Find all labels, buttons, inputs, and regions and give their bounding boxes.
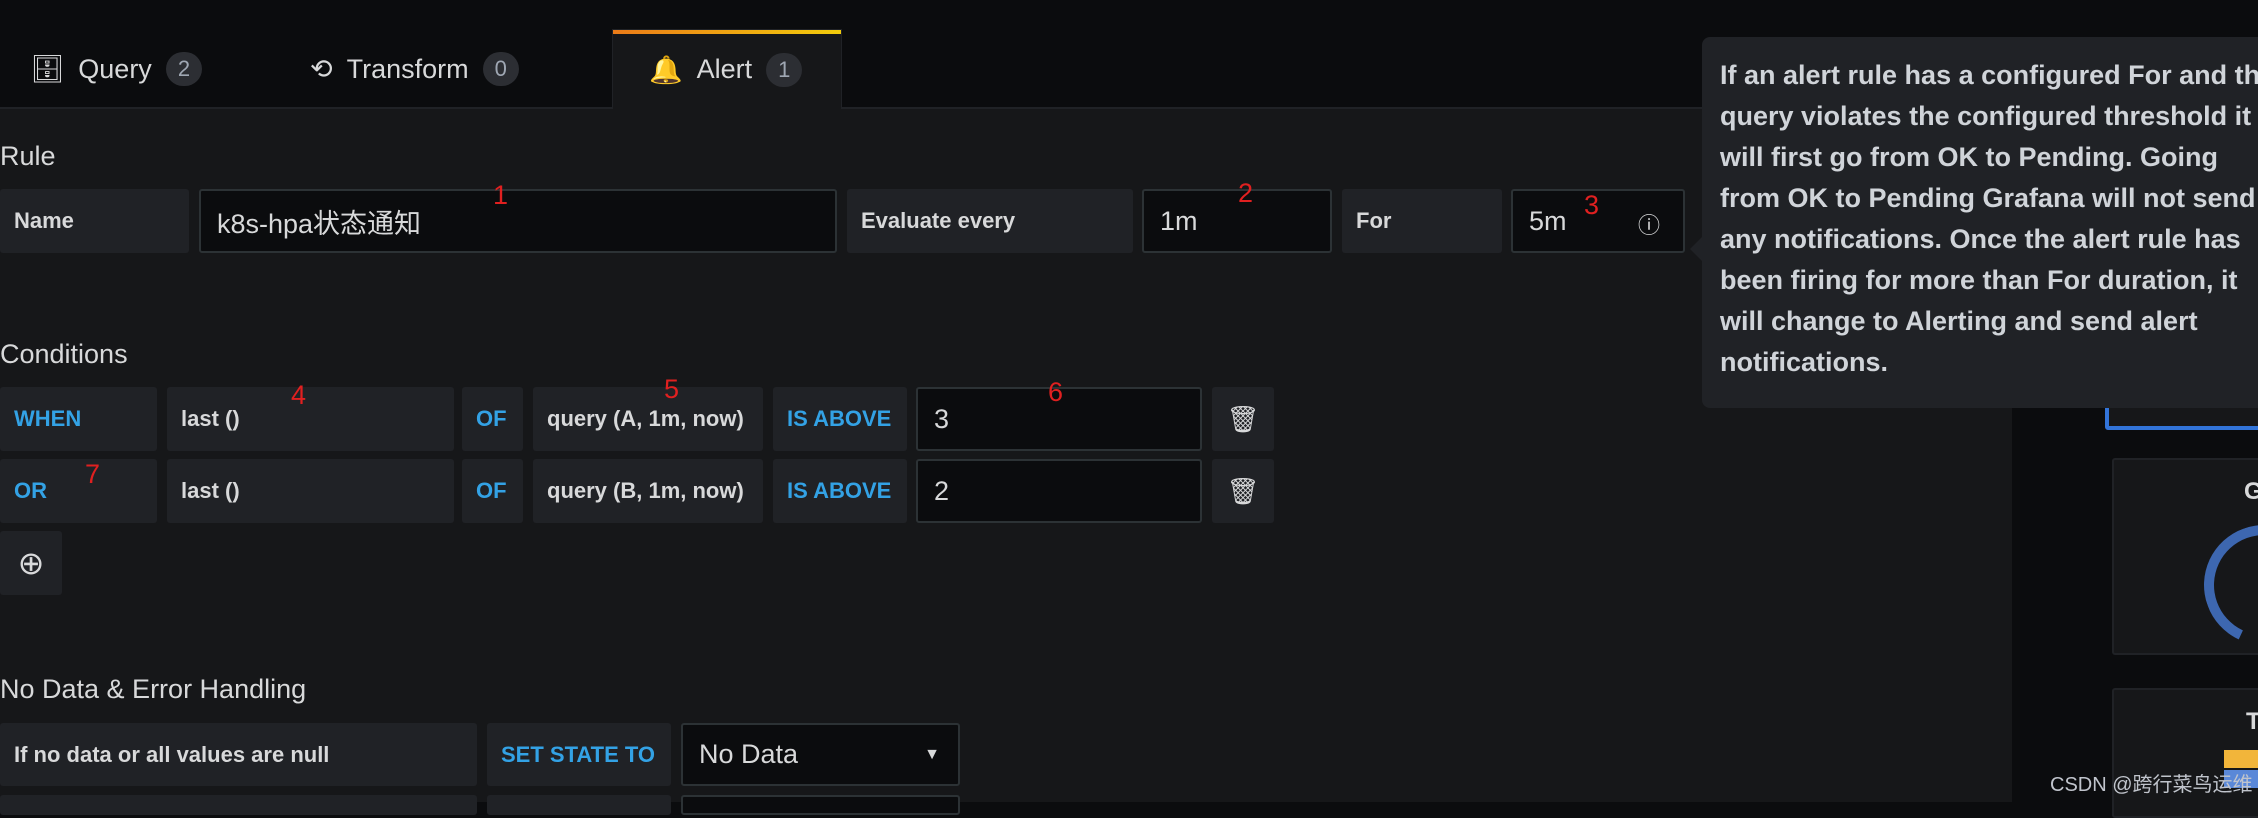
- no-data-state-select[interactable]: No Data ▼: [681, 723, 960, 786]
- trash-icon[interactable]: 🗑: [1212, 387, 1274, 451]
- annotation-2: 2: [1238, 178, 1254, 208]
- tab-transform[interactable]: ⟲ Transform 0: [280, 29, 580, 109]
- evaluate-every-label: Evaluate every: [847, 189, 1133, 253]
- visualization-card-table[interactable]: T: [2112, 688, 2258, 818]
- info-icon[interactable]: ⓘ: [1638, 208, 1660, 240]
- of-label: OF: [462, 459, 523, 523]
- caret-down-icon: ▼: [924, 745, 940, 763]
- trash-icon[interactable]: 🗑: [1212, 459, 1274, 523]
- bar-icon: [2224, 750, 2258, 768]
- condition-operator[interactable]: OR: [0, 459, 157, 523]
- watermark: CSDN @跨行菜鸟运维: [2050, 774, 2253, 796]
- tab-count-badge: 1: [766, 52, 803, 87]
- annotation-3: 3: [1584, 190, 1600, 220]
- set-state-label: [487, 795, 671, 815]
- tab-label: Alert: [696, 54, 753, 84]
- set-state-label: SET STATE TO: [487, 723, 671, 786]
- for-value: 5m: [1529, 205, 1567, 236]
- rule-heading: Rule: [0, 141, 56, 171]
- of-label: OF: [462, 387, 523, 451]
- evaluator-select[interactable]: IS ABOVE: [773, 459, 907, 523]
- threshold-input[interactable]: 2: [916, 459, 1202, 523]
- database-icon: 🗄: [30, 54, 65, 84]
- tab-count-badge: 0: [482, 52, 519, 86]
- evaluator-select[interactable]: IS ABOVE: [773, 387, 907, 451]
- transform-icon: ⟲: [310, 53, 333, 84]
- conditions-heading: Conditions: [0, 339, 128, 369]
- gauge-icon: [2187, 508, 2258, 662]
- annotation-1: 1: [493, 180, 509, 210]
- no-data-label: If no data or all values are null: [0, 723, 477, 786]
- query-select[interactable]: query (A, 1m, now): [533, 387, 763, 451]
- selected-value: No Data: [699, 739, 799, 769]
- tab-query[interactable]: 🗄 Query 2: [0, 29, 230, 109]
- reducer-select[interactable]: last (): [167, 387, 454, 451]
- evaluate-every-input[interactable]: 1m: [1142, 189, 1332, 253]
- tab-alert[interactable]: 🔔 Alert 1: [612, 29, 842, 109]
- card-title: G: [2244, 478, 2258, 505]
- for-label: For: [1342, 189, 1502, 253]
- for-tooltip: If an alert rule has a configured For an…: [1690, 37, 2258, 408]
- tab-count-badge: 2: [165, 52, 203, 86]
- error-label: [0, 795, 477, 815]
- annotation-4: 4: [291, 380, 307, 410]
- plus-circle-icon: ⊕: [17, 545, 45, 581]
- card-title: T: [2246, 708, 2258, 735]
- annotation-6: 6: [1048, 377, 1064, 407]
- tab-label: Query: [78, 53, 152, 84]
- annotation-5: 5: [664, 374, 680, 404]
- visualization-card-gauge[interactable]: G: [2112, 458, 2258, 662]
- tab-label: Transform: [346, 53, 469, 84]
- bell-icon: 🔔: [649, 54, 683, 85]
- add-condition-button[interactable]: ⊕: [0, 531, 62, 595]
- no-data-heading: No Data & Error Handling: [0, 674, 307, 704]
- query-select[interactable]: query (B, 1m, now): [533, 459, 763, 523]
- condition-operator[interactable]: WHEN: [0, 387, 157, 451]
- annotation-7: 7: [85, 459, 101, 489]
- reducer-select[interactable]: last (): [167, 459, 454, 523]
- name-label: Name: [0, 189, 189, 253]
- name-input[interactable]: k8s-hpa状态通知: [199, 189, 837, 253]
- error-state-select[interactable]: [681, 795, 960, 815]
